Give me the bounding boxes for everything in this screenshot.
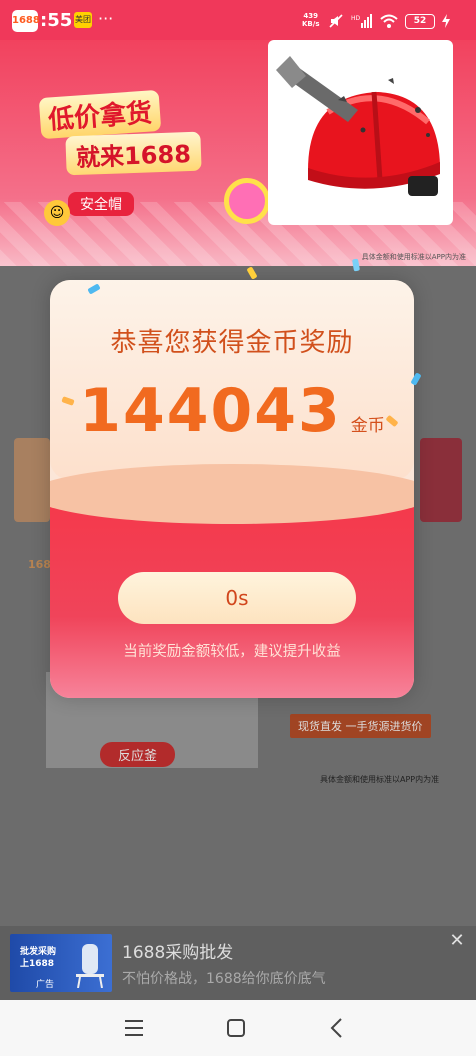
reward-modal: 恭喜您获得金币奖励 144043 金币 0s 当前奖励金额较低，建议提升收益 — [50, 280, 414, 698]
close-icon[interactable]: ✕ — [446, 930, 468, 952]
network-speed-unit: KB/s — [302, 20, 320, 28]
back-icon[interactable] — [320, 1010, 356, 1046]
ad-thumb-text: 批发采购 上1688 — [20, 946, 56, 970]
promo-tag: 安全帽 — [68, 192, 134, 216]
ad-thumb-line-2: 上1688 — [20, 959, 55, 969]
battery-icon: 52 — [405, 13, 435, 29]
helmet-illustration — [276, 56, 440, 196]
charging-icon — [442, 14, 450, 28]
ad-description: 不怕价格战，1688给你底价底气 — [122, 971, 326, 987]
promo-line-2: 就来1688 — [65, 131, 202, 176]
envelope-flap — [50, 464, 414, 524]
bottom-ad[interactable]: 批发采购 上1688 广告 1688采购批发 不怕价格战，1688给你底价底气 … — [0, 926, 476, 1000]
helmet-product-image[interactable] — [268, 40, 453, 225]
reward-title: 恭喜您获得金币奖励 — [110, 328, 354, 358]
mute-icon — [329, 14, 343, 28]
countdown-button[interactable]: 0s — [118, 572, 356, 624]
reactor-icon — [76, 944, 104, 988]
promo-line-1: 低价拿货 — [38, 89, 162, 140]
app-icon-1688: 1688 — [12, 10, 40, 32]
meituan-notification-icon: 美团 — [74, 12, 92, 28]
reward-hint: 当前奖励金额较低，建议提升收益 — [123, 644, 341, 660]
navigation-bar — [0, 1000, 476, 1056]
ad-thumb-line-1: 批发采购 — [20, 947, 57, 957]
ad-thumbnail[interactable]: 批发采购 上1688 广告 — [10, 934, 112, 992]
wifi-icon — [380, 14, 398, 28]
bg-left-panel — [14, 438, 50, 522]
ad-title[interactable]: 1688采购批发 — [122, 938, 233, 963]
megaphone-icon — [224, 178, 270, 224]
top-ad-banner[interactable]: 低价拿货 就来1688 安全帽 ☺ 具体金额和使用标准以APP内为准 — [0, 40, 476, 266]
bg-right-panel — [420, 438, 462, 522]
top-ad-disclaimer: 具体金额和使用标准以APP内为准 — [361, 253, 466, 261]
menu-icon[interactable] — [116, 1010, 152, 1046]
reward-unit: 金币 — [350, 416, 385, 436]
signal-icon: HD — [351, 14, 372, 28]
bg-disclaimer: 具体金额和使用标准以APP内为准 — [320, 775, 440, 784]
network-speed-value: 439 — [303, 12, 319, 20]
ad-badge: 广告 — [36, 980, 55, 990]
promo-block: 低价拿货 就来1688 安全帽 ☺ — [26, 89, 270, 226]
network-speed: 439 KB/s — [302, 12, 319, 28]
bg-product-label: 反应釜 — [100, 742, 176, 767]
home-icon[interactable] — [218, 1010, 254, 1046]
status-time: :55 — [40, 10, 73, 31]
status-icons: HD 52 — [328, 12, 450, 30]
status-bar: 1688 :55 美团 ··· 439 KB/s HD 52 — [0, 0, 476, 40]
svg-text:HD: HD — [351, 15, 361, 22]
reward-amount-row: 144043 金币 — [50, 376, 414, 446]
smiley-icon: ☺ — [44, 200, 70, 226]
reward-amount: 144043 — [79, 376, 342, 446]
more-notifications-icon: ··· — [98, 9, 114, 28]
bg-tag-button: 现货直发 一手货源进货价 — [290, 714, 431, 738]
